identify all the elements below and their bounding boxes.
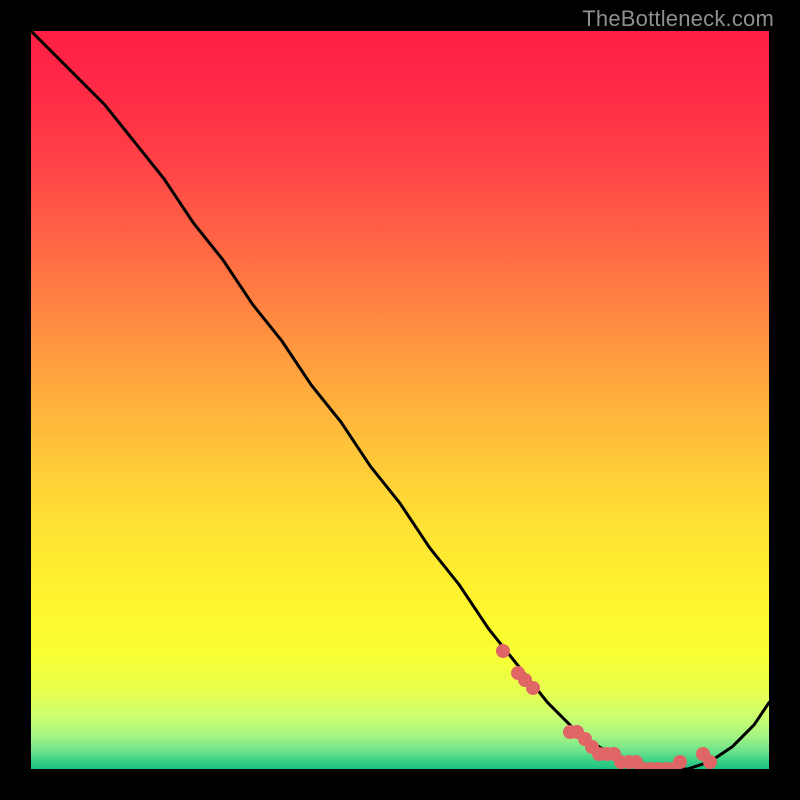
data-marker: [703, 755, 717, 769]
watermark-text: TheBottleneck.com: [582, 6, 774, 32]
bottleneck-curve: [31, 31, 769, 769]
data-marker: [673, 755, 687, 769]
data-marker: [526, 681, 540, 695]
chart-stage: TheBottleneck.com: [0, 0, 800, 800]
data-marker: [496, 644, 510, 658]
plot-area: [31, 31, 769, 769]
